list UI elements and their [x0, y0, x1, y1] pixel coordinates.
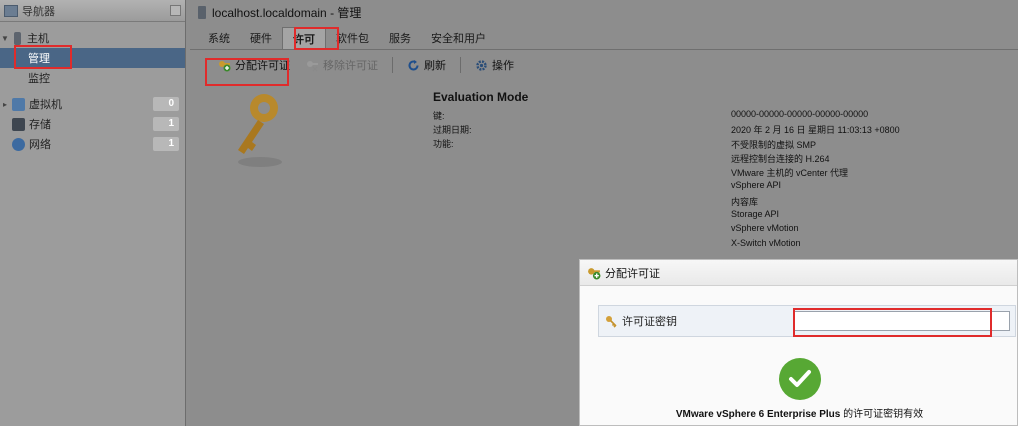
expand-arrow-icon[interactable]: ▸ [0, 100, 10, 109]
count-badge: 0 [153, 97, 179, 111]
nav-item-label: 网络 [29, 139, 51, 151]
checkmark-icon [779, 358, 821, 400]
refresh-button[interactable]: 刷新 [401, 54, 452, 76]
nav-item-label: 存储 [29, 119, 51, 131]
key-icon [606, 315, 617, 328]
network-icon [12, 137, 25, 151]
validation-suffix: 的许可证密钥有效 [840, 409, 924, 420]
highlight-assign-license [205, 58, 289, 86]
feature-item: Storage API [731, 209, 780, 220]
highlight-license-input [793, 308, 992, 337]
key-icon [238, 94, 282, 167]
nav-item-network[interactable]: 网络 1 [0, 134, 185, 154]
dialog-title-bar: 分配许可证 [580, 260, 1017, 286]
host-icon [14, 31, 21, 45]
expiry-label: 过期日期: [433, 125, 472, 135]
feature-item: vSphere API [731, 180, 782, 191]
navigator-icon [4, 4, 18, 17]
feature-item: 内容库 [731, 196, 759, 207]
collapse-icon[interactable] [170, 5, 181, 16]
validation-message: VMware vSphere 6 Enterprise Plus 的许可证密钥有… [580, 405, 1018, 420]
toolbar-divider [392, 57, 393, 73]
tab-hardware[interactable]: 硬件 [240, 27, 282, 49]
nav-item-storage[interactable]: 存储 1 [0, 114, 185, 134]
remove-license-label: 移除许可证 [323, 60, 378, 72]
highlight-licensing-tab [294, 27, 339, 50]
nav-item-label: 监控 [28, 73, 50, 85]
feature-item: vSphere vMotion [731, 223, 799, 234]
storage-icon [12, 117, 25, 131]
highlight-manage [14, 45, 72, 69]
actions-button[interactable]: 操作 [469, 54, 520, 76]
page-title: localhost.localdomain - 管理 [212, 5, 362, 20]
tab-security-users[interactable]: 安全和用户 [421, 27, 496, 49]
key-add-icon [588, 267, 601, 279]
license-expiry-value: 2020 年 2 月 16 日 星期日 11:03:13 +0800 [731, 125, 900, 136]
feature-item: VMware 主机的 vCenter 代理 [731, 168, 849, 179]
assign-license-dialog: 分配许可证 许可证密钥 VMware vSphere 6 Enterprise … [579, 259, 1018, 426]
license-key-label: 许可证密钥 [622, 316, 677, 328]
nav-item-label: 主机 [27, 33, 49, 45]
navigator-header: 导航器 [0, 0, 185, 22]
key-remove-icon [307, 60, 318, 71]
refresh-label: 刷新 [424, 60, 446, 72]
remove-license-button[interactable]: 移除许可证 [300, 54, 384, 76]
host-icon [198, 5, 206, 19]
feature-item: X-Switch vMotion [731, 237, 801, 248]
features-label: 功能: [433, 139, 454, 149]
refresh-icon [408, 59, 419, 70]
feature-item: 不受限制的虚拟 SMP [731, 139, 817, 150]
license-key-value: 00000-00000-00000-00000-00000 [731, 109, 869, 119]
dialog-title: 分配许可证 [605, 267, 660, 280]
navigator-title: 导航器 [22, 5, 55, 18]
tab-system[interactable]: 系统 [198, 27, 240, 49]
actions-label: 操作 [492, 60, 514, 72]
license-values: 00000-00000-00000-00000-00000 2020 年 2 月… [731, 109, 900, 252]
tab-services[interactable]: 服务 [379, 27, 421, 49]
toolbar: 分配许可证 移除许可证 刷新 操作 [190, 50, 1018, 80]
vm-icon [12, 97, 25, 111]
nav-item-monitor[interactable]: 监控 [0, 68, 185, 88]
key-label: 键: [433, 111, 445, 121]
license-mode: Evaluation Mode [433, 90, 529, 104]
count-badge: 1 [153, 117, 179, 131]
toolbar-divider [460, 57, 461, 73]
nav-item-label: 虚拟机 [29, 99, 62, 111]
expand-arrow-icon[interactable]: ▼ [0, 34, 10, 43]
title-bar: localhost.localdomain - 管理 [190, 0, 1018, 24]
nav-item-vms[interactable]: ▸ 虚拟机 0 [0, 94, 185, 114]
feature-item: 远程控制台连接的 H.264 [731, 153, 830, 164]
gear-icon [476, 59, 487, 71]
count-badge: 1 [153, 137, 179, 151]
product-name: VMware vSphere 6 Enterprise Plus [675, 409, 841, 420]
